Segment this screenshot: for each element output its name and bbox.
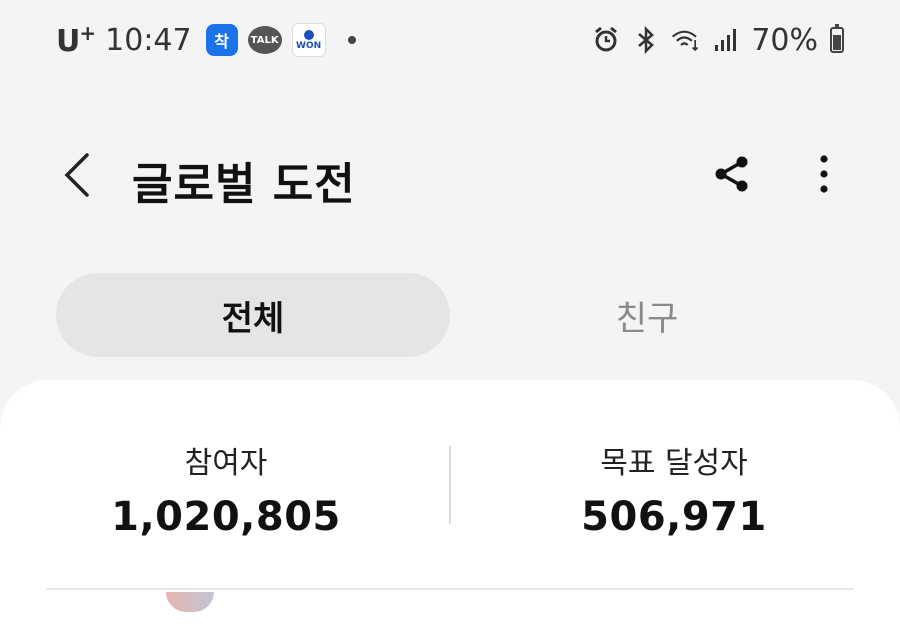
tab-bar: 전체 친구: [56, 273, 846, 357]
wifi-icon: [671, 25, 701, 55]
status-right: 70%: [591, 23, 844, 58]
page-title: 글로벌 도전: [132, 159, 356, 210]
chevron-left-icon: [64, 153, 89, 197]
achievers-value: 506,971: [581, 494, 767, 540]
achievers-stat: 목표 달성자 506,971: [524, 438, 824, 540]
bluetooth-icon: [631, 25, 661, 55]
card-separator: [46, 588, 854, 590]
stats-card: 참여자 1,020,805 목표 달성자 506,971: [0, 380, 900, 640]
status-left: U+ 10:47 착 TALK WON: [56, 21, 356, 59]
stat-divider: [449, 446, 451, 524]
more-notifications-icon: [347, 36, 356, 44]
participants-label: 참여자: [184, 446, 268, 481]
signal-icon: [711, 25, 741, 55]
status-bar: U+ 10:47 착 TALK WON 70%: [0, 0, 900, 80]
share-button[interactable]: [710, 152, 754, 196]
participants-value: 1,020,805: [111, 494, 341, 540]
chak-app-icon: 착: [205, 24, 238, 56]
carrier-label: U+: [56, 21, 96, 59]
share-icon: [715, 156, 748, 192]
list-item-thumbnail: [166, 592, 214, 612]
more-options-button[interactable]: [804, 152, 844, 196]
alarm-icon: [591, 25, 621, 55]
back-button[interactable]: [56, 150, 96, 200]
more-vertical-icon: [820, 155, 828, 193]
battery-icon: [830, 24, 844, 53]
won-banking-icon: WON: [291, 23, 326, 57]
tab-friends[interactable]: 친구: [450, 273, 844, 357]
battery-percent: 70%: [751, 22, 818, 58]
clock: 10:47: [105, 22, 192, 58]
app-header: 글로벌 도전: [0, 130, 900, 220]
participants-stat: 참여자 1,020,805: [76, 438, 376, 540]
kakaotalk-icon: TALK: [247, 26, 282, 54]
tab-all[interactable]: 전체: [56, 273, 450, 357]
achievers-label: 목표 달성자: [600, 446, 748, 481]
